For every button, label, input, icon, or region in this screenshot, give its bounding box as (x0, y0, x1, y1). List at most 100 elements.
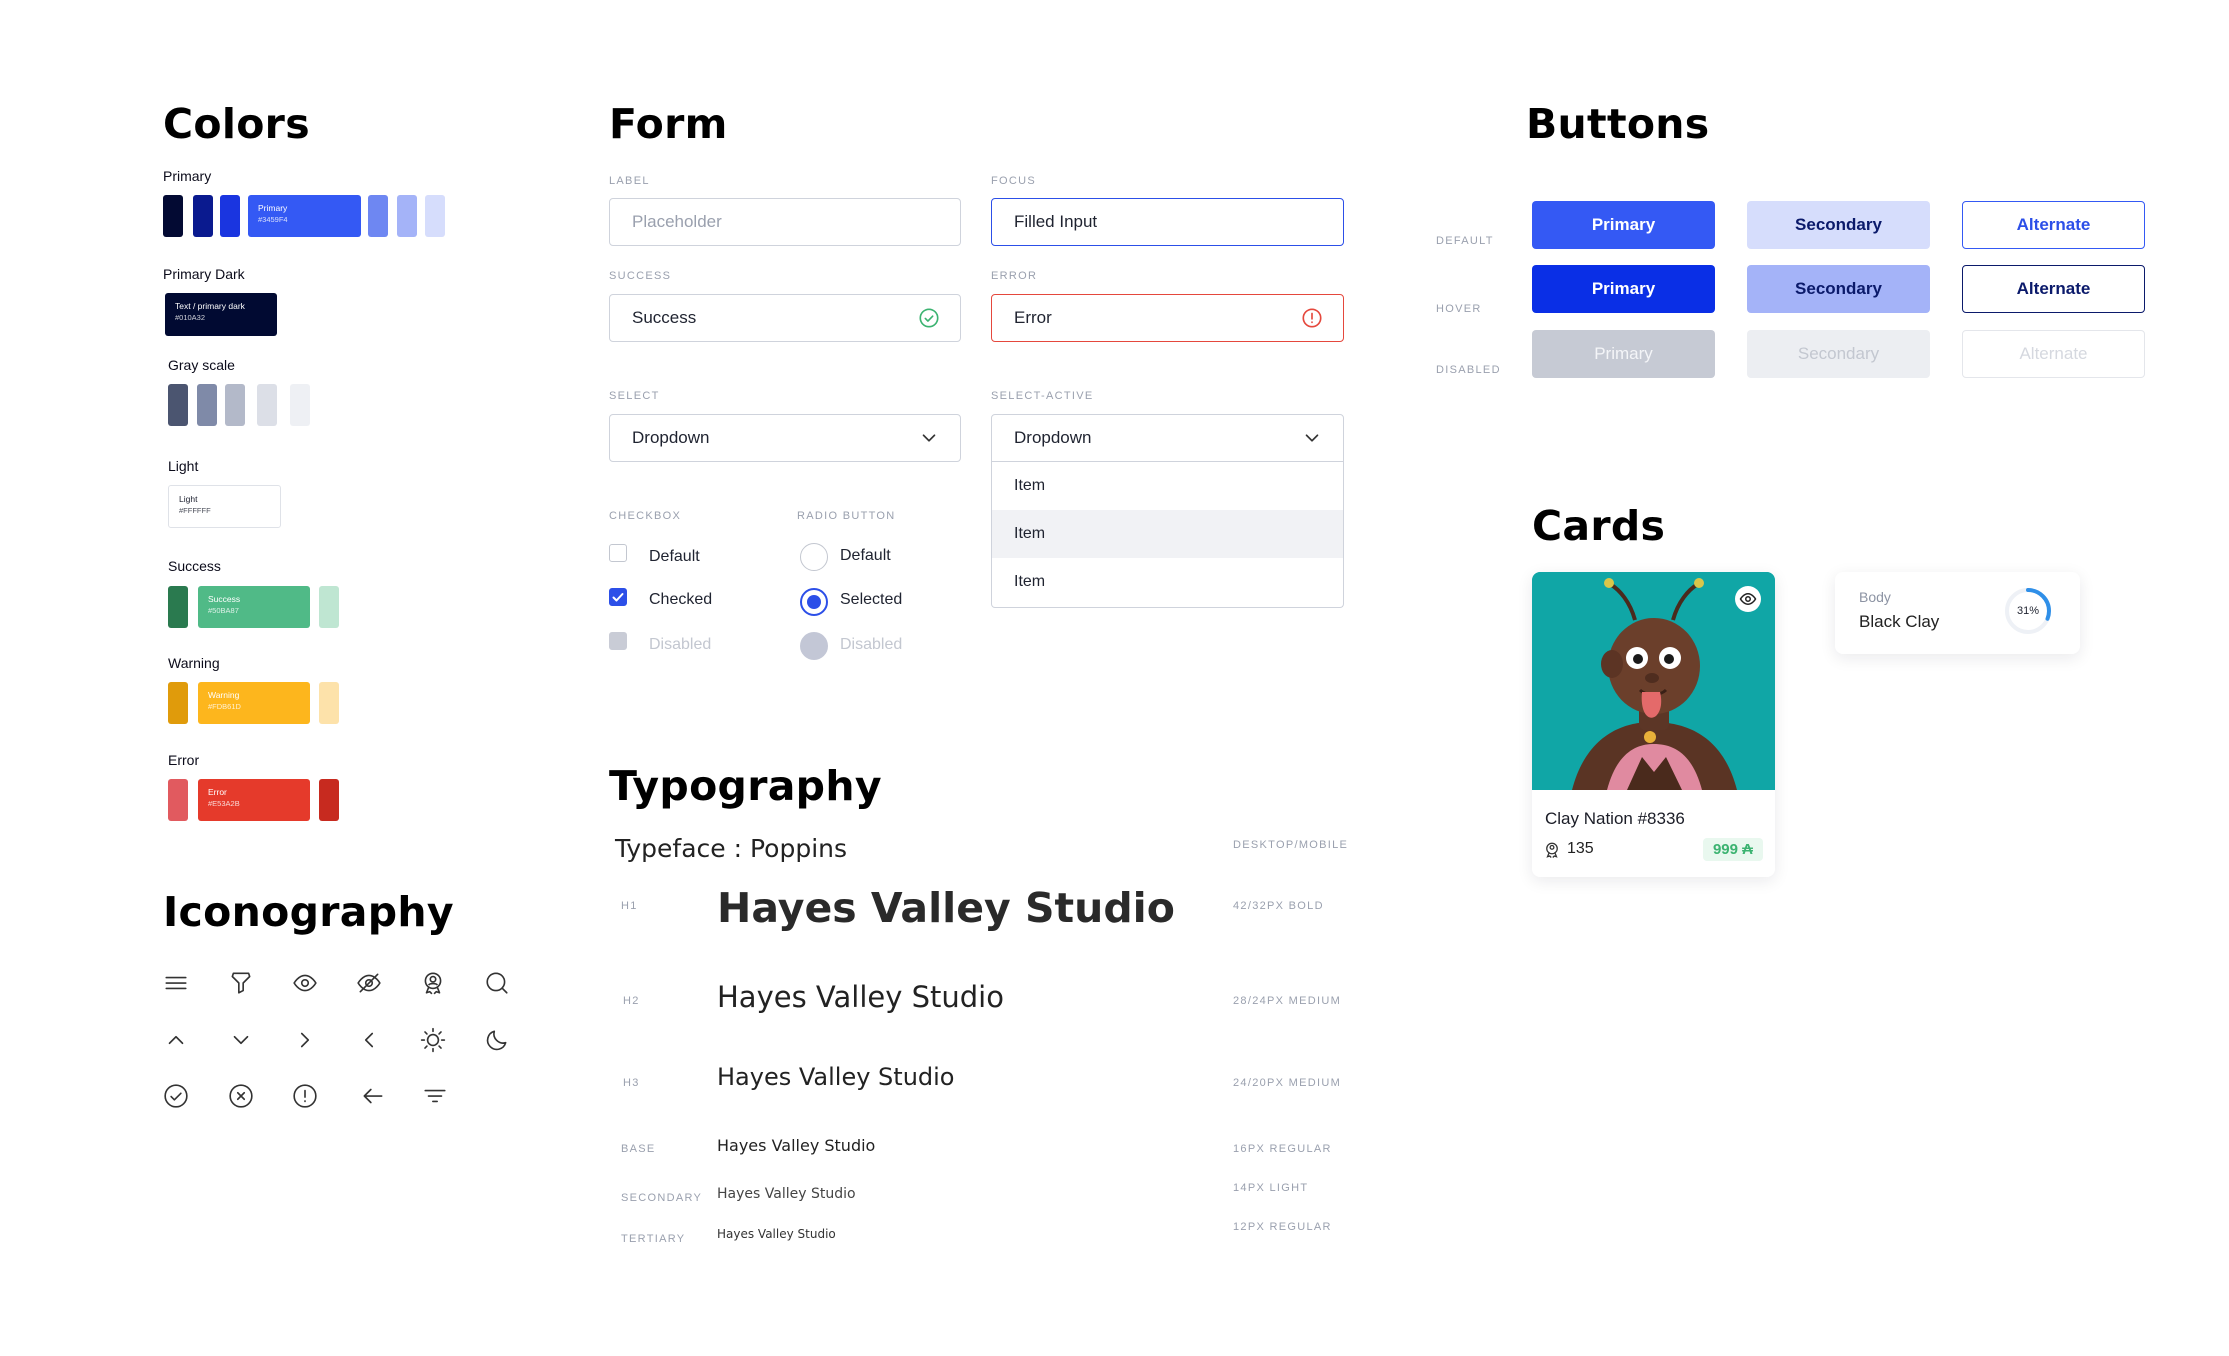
primary-button-disabled: Primary (1532, 330, 1715, 378)
alternate-button-disabled: Alternate (1962, 330, 2145, 378)
primary-dark-swatch: Text / primary dark #010A32 (165, 293, 277, 336)
alternate-button-default[interactable]: Alternate (1962, 201, 2145, 249)
nft-card[interactable]: Clay Nation #8336 135 999 ₳ (1532, 572, 1775, 877)
dropdown-item[interactable]: Item (992, 462, 1343, 510)
nft-price-badge: 999 ₳ (1702, 838, 1763, 861)
radio-selected[interactable] (800, 588, 828, 616)
chevron-down-icon (918, 427, 940, 449)
gray-swatch-3 (225, 384, 245, 426)
filter-lines-icon[interactable] (422, 1083, 448, 1109)
radio-disabled (800, 632, 828, 660)
h2-sample: Hayes Valley Studio (717, 980, 1004, 1014)
warning-label: Warning (168, 655, 220, 671)
disabled-row-label: DISABLED (1436, 364, 1501, 376)
chevron-down-icon[interactable] (228, 1027, 254, 1053)
chevron-up-icon[interactable] (163, 1027, 189, 1053)
menu-icon[interactable] (163, 970, 189, 996)
iconography-title: Iconography (163, 888, 454, 936)
warning-swatch-dark (168, 682, 188, 724)
search-icon[interactable] (484, 970, 510, 996)
user-badge-icon[interactable] (420, 970, 446, 996)
alert-circle-icon (1301, 307, 1323, 329)
check-circle-icon (918, 307, 940, 329)
primary-swatch-400 (368, 195, 388, 237)
gray-scale-label: Gray scale (168, 357, 235, 373)
cards-title: Cards (1532, 502, 1666, 550)
radio-default[interactable] (800, 543, 828, 571)
warning-swatch-name: Warning (208, 690, 240, 700)
warning-swatch-light (319, 682, 339, 724)
check-circle-icon[interactable] (163, 1083, 189, 1109)
error-swatch-dark (319, 779, 339, 821)
moon-icon[interactable] (484, 1027, 510, 1053)
placeholder-text: Placeholder (632, 212, 722, 231)
stat-card[interactable]: Body Black Clay 31% (1835, 572, 2080, 654)
success-swatch-dark (168, 586, 188, 628)
select-active-dropdown[interactable]: Dropdown (991, 414, 1344, 462)
primary-dark-label: Primary Dark (163, 266, 245, 282)
chevron-left-icon[interactable] (356, 1027, 382, 1053)
primary-swatch-800 (193, 195, 213, 237)
checkbox-default[interactable] (609, 544, 627, 562)
light-swatch-hex: #FFFFFF (179, 506, 211, 515)
checkbox-checked[interactable] (609, 588, 627, 606)
focus-field-label: FOCUS (991, 175, 1036, 187)
error-input-value: Error (1014, 308, 1052, 327)
secondary-button-default[interactable]: Secondary (1747, 201, 1930, 249)
select-dropdown[interactable]: Dropdown (609, 414, 961, 462)
warning-swatch-main: Warning #FDB61D (198, 682, 310, 724)
h3-sample: Hayes Valley Studio (717, 1063, 955, 1091)
dropdown-item-hovered[interactable]: Item (992, 510, 1343, 558)
error-field-label: ERROR (991, 270, 1038, 282)
primary-swatch-700 (220, 195, 240, 237)
eye-off-icon[interactable] (356, 970, 382, 996)
alternate-button-hover[interactable]: Alternate (1962, 265, 2145, 313)
focused-input[interactable]: Filled Input (991, 198, 1344, 246)
error-swatch-light (168, 779, 188, 821)
form-title: Form (609, 100, 728, 148)
placeholder-input[interactable]: Placeholder (609, 198, 961, 246)
checkbox-checked-label: Checked (649, 591, 713, 608)
gray-swatch-4 (257, 384, 277, 426)
primary-button-hover[interactable]: Primary (1532, 265, 1715, 313)
tertiary-sample: Hayes Valley Studio (717, 1227, 836, 1241)
filter-funnel-icon[interactable] (228, 970, 254, 996)
h1-sample: Hayes Valley Studio (717, 884, 1175, 932)
secondary-sample: Hayes Valley Studio (717, 1186, 856, 1202)
typeface-label: Typeface : Poppins (615, 834, 848, 863)
primary-swatch-hex: #3459F4 (258, 215, 288, 224)
alert-circle-icon[interactable] (292, 1083, 318, 1109)
eye-icon[interactable] (292, 970, 318, 996)
typography-column-header: DESKTOP/MOBILE (1233, 839, 1349, 851)
radio-section-label: RADIO BUTTON (797, 510, 896, 522)
dropdown-menu: Item Item Item (991, 462, 1344, 608)
checkbox-disabled (609, 632, 627, 650)
chevron-right-icon[interactable] (292, 1027, 318, 1053)
secondary-button-hover[interactable]: Secondary (1747, 265, 1930, 313)
primary-button-default[interactable]: Primary (1532, 201, 1715, 249)
sun-icon[interactable] (420, 1027, 446, 1053)
success-swatch-main: Success #50BA87 (198, 586, 310, 628)
secondary-button-disabled: Secondary (1747, 330, 1930, 378)
radio-default-label: Default (840, 547, 891, 564)
secondary-spec: 14PX LIGHT (1233, 1182, 1309, 1194)
success-swatch-name: Success (208, 594, 241, 604)
base-spec: 16PX REGULAR (1233, 1143, 1332, 1155)
nft-owner-count: 135 (1567, 840, 1594, 857)
arrow-left-icon[interactable] (360, 1083, 386, 1109)
success-swatch-hex: #50BA87 (208, 606, 239, 615)
primary-swatch-200 (425, 195, 445, 237)
checkbox-disabled-label: Disabled (649, 636, 712, 653)
x-circle-icon[interactable] (228, 1083, 254, 1109)
h3-spec: 24/20PX MEDIUM (1233, 1077, 1342, 1089)
error-input[interactable]: Error (991, 294, 1344, 342)
success-input[interactable]: Success (609, 294, 961, 342)
primary-swatch-name: Primary (258, 203, 288, 213)
eye-icon[interactable] (1735, 586, 1761, 612)
h2-tag: H2 (623, 995, 640, 1007)
select-active-value: Dropdown (1014, 428, 1092, 447)
gray-swatch-5 (290, 384, 310, 426)
success-label: Success (168, 558, 221, 574)
warning-swatch-hex: #FDB61D (208, 702, 241, 711)
dropdown-item[interactable]: Item (992, 558, 1343, 606)
